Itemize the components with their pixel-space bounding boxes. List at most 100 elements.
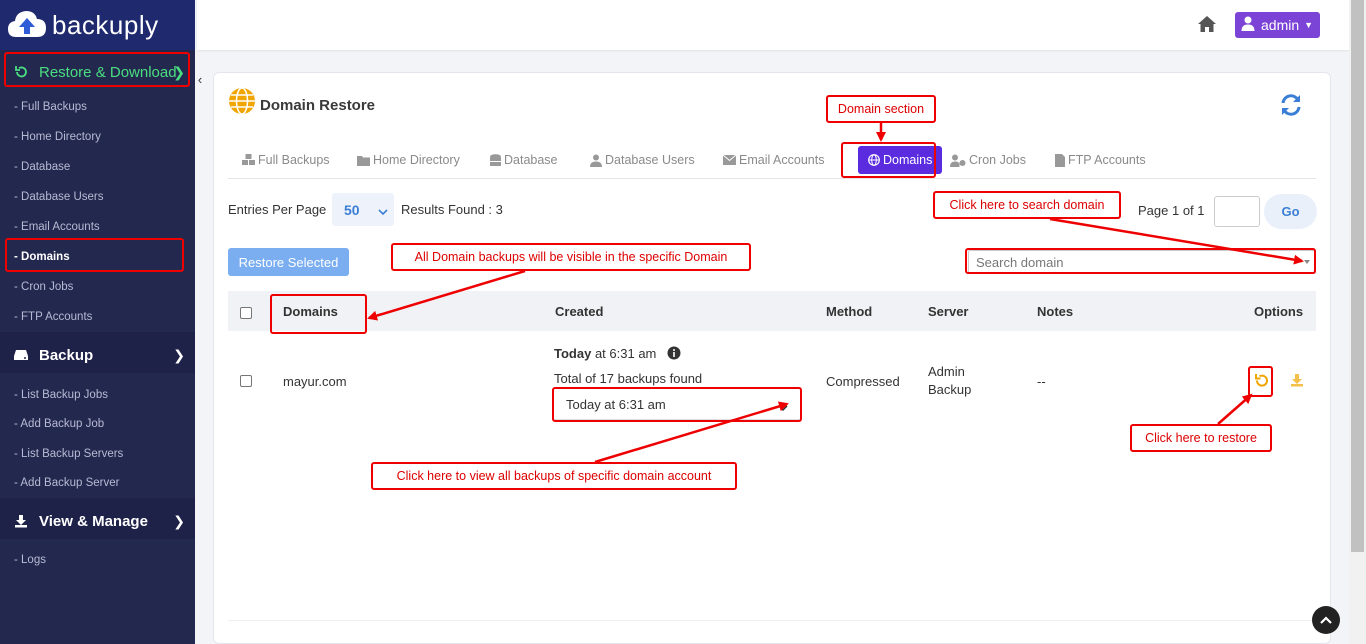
download-icon — [12, 514, 30, 528]
sidebar-item-full-backups[interactable]: - Full Backups — [0, 92, 195, 122]
refresh-icon[interactable] — [1279, 93, 1303, 120]
page-title: Domain Restore — [260, 97, 376, 114]
annotation-box-search — [965, 248, 1316, 274]
sidebar-item-list-backup-jobs[interactable]: - List Backup Jobs — [0, 380, 195, 410]
column-header-created[interactable]: Created — [555, 304, 603, 319]
scrollbar-thumb[interactable] — [1351, 0, 1364, 552]
tab-label: Home Directory — [373, 153, 460, 167]
table-header: Domains Created Method Server Notes Opti… — [228, 291, 1316, 331]
tab-label: Database Users — [605, 153, 695, 167]
brand-header[interactable]: backuply — [0, 0, 195, 50]
brand-name: backuply — [52, 9, 159, 40]
caret-down-icon: ▼ — [1304, 20, 1314, 30]
tab-ftp-accounts[interactable]: FTP Accounts — [1055, 146, 1146, 174]
entries-value: 50 — [344, 201, 360, 218]
annotation-search-domain: Click here to search domain — [933, 191, 1121, 219]
sidebar-item-database-users[interactable]: - Database Users — [0, 182, 195, 212]
column-header-options: Options — [1254, 304, 1304, 319]
sidebar-section-label: View & Manage — [39, 512, 148, 530]
user-icon — [1241, 16, 1255, 34]
page-number-input[interactable] — [1214, 196, 1260, 227]
info-icon[interactable] — [667, 346, 681, 363]
annotation-view-backups: Click here to view all backups of specif… — [371, 462, 737, 490]
select-all-checkbox[interactable] — [240, 307, 252, 319]
annotation-restore: Click here to restore — [1130, 424, 1272, 452]
tab-email-accounts[interactable]: Email Accounts — [723, 146, 824, 174]
server-line-1: Admin — [928, 364, 965, 379]
created-cell: Today at 6:31 am — [554, 346, 656, 361]
sidebar-item-cron-jobs[interactable]: - Cron Jobs — [0, 272, 195, 302]
sidebar-section-view-manage[interactable]: View & Manage ❯ — [0, 503, 195, 539]
tab-label: FTP Accounts — [1068, 153, 1146, 167]
annotation-box-domains-tab — [841, 142, 936, 178]
top-bar: admin ▼ — [197, 0, 1349, 50]
total-backups-text: Total of 17 backups found — [554, 371, 703, 386]
cubes-icon — [242, 154, 255, 166]
user-cog-icon — [950, 154, 966, 167]
sidebar-item-logs[interactable]: - Logs — [0, 545, 195, 575]
sidebar-section-backup[interactable]: Backup ❯ — [0, 337, 195, 373]
annotation-box-domains-nav — [5, 238, 184, 272]
entries-per-page-select[interactable]: 50 — [332, 193, 394, 226]
chevron-down-icon — [378, 203, 388, 219]
folder-icon — [357, 155, 370, 166]
chevron-right-icon: ❯ — [173, 512, 185, 529]
scroll-to-top-button[interactable] — [1312, 606, 1340, 634]
entries-per-page-label: Entries Per Page — [228, 202, 327, 217]
row-checkbox[interactable] — [240, 375, 252, 387]
tab-bar: Full Backups Home Directory Database Dat… — [228, 141, 1316, 179]
sidebar-item-ftp-accounts[interactable]: - FTP Accounts — [0, 302, 195, 332]
file-icon — [1055, 153, 1065, 167]
annotation-box-domains-column — [270, 294, 367, 334]
annotation-box-restore-download — [4, 52, 190, 87]
card-footer-divider — [228, 620, 1316, 621]
sidebar-item-add-backup-job[interactable]: - Add Backup Job — [0, 410, 195, 440]
users-icon — [590, 154, 602, 167]
sidebar-item-home-directory[interactable]: - Home Directory — [0, 122, 195, 152]
server-line-2: Backup — [928, 382, 972, 397]
created-day: Today — [554, 346, 592, 361]
tab-home-directory[interactable]: Home Directory — [357, 146, 460, 174]
notes-cell: -- — [1037, 374, 1046, 389]
page-scrollbar[interactable] — [1349, 0, 1366, 644]
hdd-icon — [12, 349, 30, 361]
domain-name-cell: mayur.com — [283, 374, 347, 389]
tab-database[interactable]: Database — [490, 146, 558, 174]
sidebar-item-list-backup-servers[interactable]: - List Backup Servers — [0, 439, 195, 469]
method-cell: Compressed — [826, 374, 900, 389]
annotation-box-backup-select — [552, 387, 802, 422]
chevron-right-icon: ❯ — [173, 346, 185, 363]
restore-selected-button[interactable]: Restore Selected — [228, 248, 349, 276]
tab-label: Cron Jobs — [969, 153, 1026, 167]
home-icon[interactable] — [1197, 15, 1217, 36]
sidebar-item-add-backup-server[interactable]: - Add Backup Server — [0, 469, 195, 499]
card-header: Domain Restore — [228, 87, 375, 118]
cloud-upload-icon — [6, 4, 48, 46]
tab-cron-jobs[interactable]: Cron Jobs — [950, 146, 1026, 174]
annotation-domain-section: Domain section — [826, 95, 936, 123]
tab-database-users[interactable]: Database Users — [590, 146, 695, 174]
admin-label: admin — [1261, 17, 1300, 33]
created-time: at 6:31 am — [594, 346, 657, 361]
tab-label: Database — [504, 153, 558, 167]
download-icon[interactable] — [1290, 373, 1304, 390]
sidebar: backuply Restore & Download ❯ - Full Bac… — [0, 0, 195, 644]
database-icon — [490, 153, 501, 167]
chevron-up-icon — [1320, 613, 1332, 628]
sidebar-item-database[interactable]: - Database — [0, 152, 195, 182]
admin-user-button[interactable]: admin ▼ — [1235, 12, 1320, 38]
sidebar-collapse-button[interactable]: ‹ — [195, 70, 205, 88]
sidebar-section-label: Backup — [39, 346, 94, 364]
results-found: Results Found : 3 — [401, 202, 503, 217]
tab-label: Email Accounts — [739, 153, 825, 167]
tab-label: Full Backups — [258, 153, 330, 167]
tab-full-backups[interactable]: Full Backups — [242, 146, 330, 174]
annotation-box-restore-icon — [1248, 366, 1273, 397]
annotation-domain-visible: All Domain backups will be visible in th… — [391, 243, 751, 271]
column-header-server[interactable]: Server — [928, 304, 968, 319]
column-header-notes[interactable]: Notes — [1037, 304, 1073, 319]
envelope-icon — [723, 155, 736, 165]
globe-icon — [228, 87, 256, 118]
go-button[interactable]: Go — [1264, 194, 1317, 229]
column-header-method[interactable]: Method — [826, 304, 872, 319]
